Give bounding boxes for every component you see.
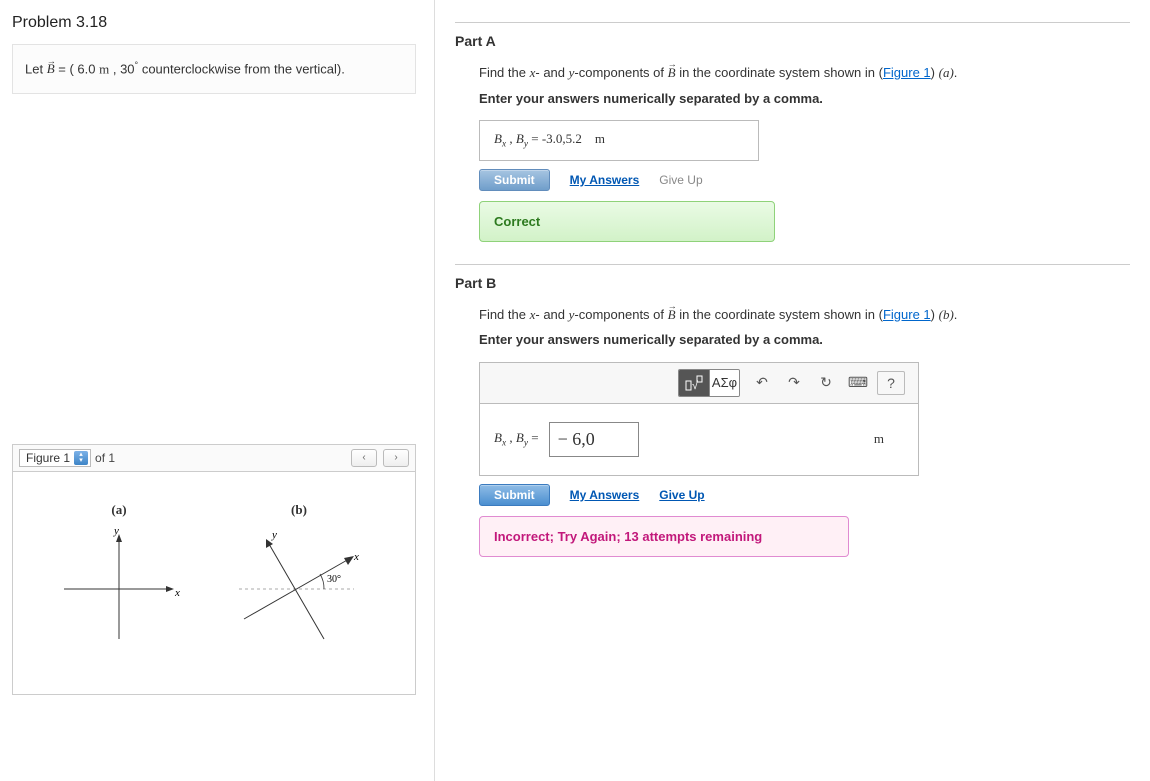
part-b-feedback: Incorrect; Try Again; 13 attempts remain… xyxy=(479,516,849,557)
pb-sep: , xyxy=(506,430,516,445)
part-b-my-answers-link[interactable]: My Answers xyxy=(570,488,640,502)
toolbar-templates-button[interactable]: √ xyxy=(679,370,709,396)
pa-close: ) xyxy=(931,65,939,80)
part-a-my-answers-link[interactable]: My Answers xyxy=(570,173,640,187)
part-b-heading: Part B xyxy=(455,275,1130,291)
pa-after: in the coordinate system shown in ( xyxy=(676,65,883,80)
pb-Bx: B xyxy=(494,430,502,445)
toolbar-undo-button[interactable]: ↶ xyxy=(749,370,775,396)
divider-b xyxy=(455,264,1130,265)
pb-period: . xyxy=(954,307,958,322)
figure-stepper-icon[interactable] xyxy=(74,451,88,465)
figure-next-button[interactable]: › xyxy=(383,449,409,467)
figure-link-b[interactable]: Figure 1 xyxy=(883,307,931,322)
svg-text:x: x xyxy=(174,587,180,599)
part-b-unit: m xyxy=(874,431,884,447)
ccw-text: counterclockwise from the vertical). xyxy=(142,61,345,76)
coord-b-label: (b) xyxy=(224,502,374,518)
svg-text:y: y xyxy=(113,525,119,537)
figure-prev-button[interactable]: ‹ xyxy=(351,449,377,467)
equation-toolbar: √ ΑΣφ ↶ ↷ ↻ ⌨ ? xyxy=(479,362,919,404)
pa-m1: - and xyxy=(535,65,568,80)
part-b-instruction: Enter your answers numerically separated… xyxy=(479,330,1130,350)
pa-vec: B xyxy=(668,65,676,80)
part-b-giveup-link[interactable]: Give Up xyxy=(659,488,704,502)
vector-B: B xyxy=(47,61,55,76)
comma: , xyxy=(113,61,120,76)
part-a-value: -3.0,5.2 xyxy=(542,131,582,146)
figure-link-a[interactable]: Figure 1 xyxy=(883,65,931,80)
pa-By: B xyxy=(516,131,524,146)
part-a-prompt: Find the x- and y-components of B in the… xyxy=(455,63,1130,108)
pb-close: ) xyxy=(931,307,939,322)
figure-count: of 1 xyxy=(95,451,115,465)
pb-sub: (b) xyxy=(939,307,954,322)
problem-title: Problem 3.18 xyxy=(12,14,416,32)
pa-m2: -components of xyxy=(574,65,667,80)
degree-symbol: ° xyxy=(135,60,139,70)
pa-t1: Find the xyxy=(479,65,530,80)
axes-a-svg: y x xyxy=(54,524,184,654)
toolbar-symbols-button[interactable]: ΑΣφ xyxy=(709,370,739,396)
part-b-submit-button[interactable]: Submit xyxy=(479,484,550,506)
pb-vec: B xyxy=(668,307,676,322)
figure-canvas: (a) y x (b) xyxy=(12,472,416,695)
toolbar-reset-button[interactable]: ↻ xyxy=(813,370,839,396)
toolbar-keyboard-button[interactable]: ⌨ xyxy=(845,370,871,396)
toolbar-redo-button[interactable]: ↷ xyxy=(781,370,807,396)
pb-By: B xyxy=(516,430,524,445)
toolbar-help-button[interactable]: ? xyxy=(877,371,905,395)
part-b-input[interactable]: − 6,0 xyxy=(549,422,639,457)
pa-Bx: B xyxy=(494,131,502,146)
part-a-submit-button[interactable]: Submit xyxy=(479,169,550,191)
pb-m2: -components of xyxy=(574,307,667,322)
figure-select[interactable]: Figure 1 xyxy=(19,449,91,467)
figure-nav-bar: Figure 1 of 1 ‹ › xyxy=(12,444,416,472)
part-a-unit: m xyxy=(595,131,605,146)
let-prefix: Let xyxy=(25,61,47,76)
part-a-giveup[interactable]: Give Up xyxy=(659,173,702,187)
part-a-instruction: Enter your answers numerically separated… xyxy=(479,89,1130,109)
part-a-heading: Part A xyxy=(455,33,1130,49)
equals-open: = ( 6.0 xyxy=(58,61,99,76)
part-a-feedback: Correct xyxy=(479,201,775,242)
coord-a-label: (a) xyxy=(54,502,184,518)
part-b-prompt: Find the x- and y-components of B in the… xyxy=(455,305,1130,350)
svg-text:30°: 30° xyxy=(327,574,341,585)
part-b-answer-panel: Bx , By = − 6,0 m xyxy=(479,404,919,476)
pa-eq: = xyxy=(528,131,542,146)
axes-b-svg: 30° y x xyxy=(224,524,374,654)
pb-t1: Find the xyxy=(479,307,530,322)
problem-statement: Let B = ( 6.0 m , 30° counterclockwise f… xyxy=(12,44,416,94)
divider-a xyxy=(455,22,1130,23)
pb-after: in the coordinate system shown in ( xyxy=(676,307,883,322)
angle-val: 30 xyxy=(120,61,134,76)
coord-system-b: (b) 30° y x xyxy=(224,502,374,654)
pb-eq: = xyxy=(528,430,539,445)
unit-m: m xyxy=(99,61,109,76)
part-a-answer-box: Bx , By = -3.0,5.2 m xyxy=(479,120,759,161)
svg-text:y: y xyxy=(271,529,277,541)
coord-system-a: (a) y x xyxy=(54,502,184,654)
svg-text:x: x xyxy=(353,551,359,563)
pa-sep: , xyxy=(506,131,516,146)
figure-select-label: Figure 1 xyxy=(26,451,70,465)
pb-m1: - and xyxy=(535,307,568,322)
pa-sub: (a) xyxy=(939,65,954,80)
pa-period: . xyxy=(954,65,958,80)
